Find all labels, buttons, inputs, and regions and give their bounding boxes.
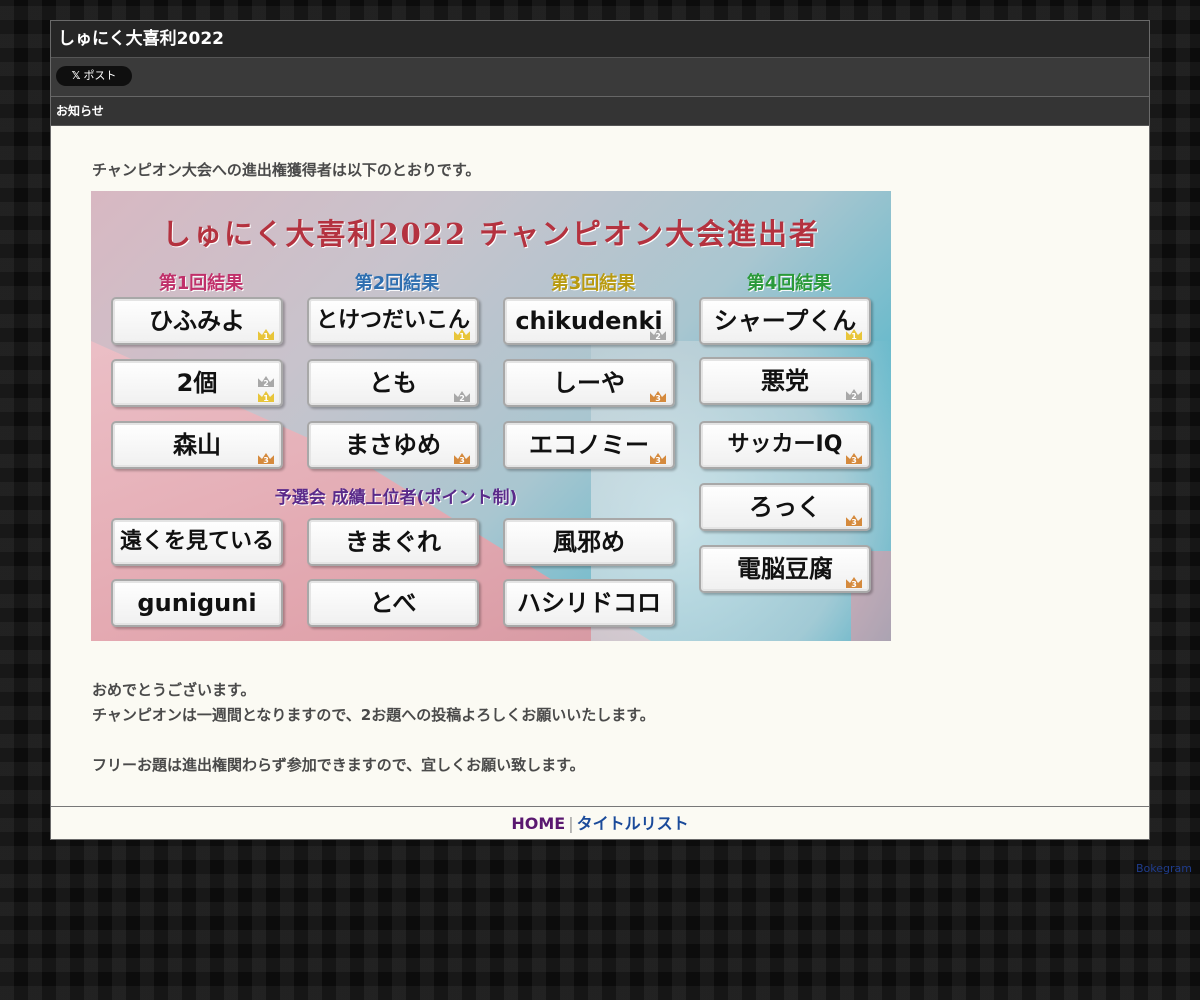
notice-content: チャンピオン大会への進出権獲得者は以下のとおりです。 しゅにく大喜利2022 チ…	[51, 126, 1149, 805]
banner-title: しゅにく大喜利2022 チャンピオン大会進出者	[162, 217, 820, 251]
champion-note-text: チャンピオンは一週間となりますので、2お題への投稿よろしくお願いいたします。	[92, 706, 655, 724]
finalist-nameplate: しーや 3	[503, 359, 675, 407]
crown-rank-icon: 3	[846, 577, 862, 588]
finalist-nameplate: ひふみよ 1	[111, 297, 283, 345]
preliminary-nameplate: 風邪め	[503, 518, 675, 566]
finalist-name: ひふみよ	[149, 307, 245, 335]
x-post-label: ポスト	[83, 69, 117, 82]
title-list-link[interactable]: タイトルリスト	[577, 814, 689, 833]
preliminary-nameplate: きまぐれ	[307, 518, 479, 566]
preliminary-label: 予選会 成績上位者(ポイント制)	[274, 488, 518, 508]
footer-separator: |	[568, 814, 574, 833]
bokegram-link[interactable]: Bokegram	[1136, 862, 1192, 875]
finalist-nameplate: 森山 3	[111, 421, 283, 469]
finalist-nameplate: 悪党 2	[699, 357, 871, 405]
crown-rank-icon: 1	[258, 391, 274, 402]
preliminary-nameplate: とべ	[307, 579, 479, 627]
intro-text: チャンピオン大会への進出権獲得者は以下のとおりです。	[92, 161, 481, 179]
preliminary-nameplate: 遠くを見ている	[111, 518, 283, 566]
share-bar: 𝕏 ポスト	[51, 58, 1149, 97]
finalist-name: 風邪め	[553, 528, 625, 556]
finalist-name: guniguni	[137, 589, 257, 617]
finalist-nameplate: とけつだいこん 1	[307, 297, 479, 345]
finalist-nameplate: 2個 2 1	[111, 359, 283, 407]
crown-rank-icon: 3	[650, 453, 666, 464]
finalist-nameplate: chikudenki 2	[503, 297, 675, 345]
notice-heading: お知らせ	[51, 97, 1149, 126]
x-logo-icon: 𝕏	[71, 69, 81, 82]
finalist-name: とも	[369, 369, 417, 397]
finalist-nameplate: シャープくん 1	[699, 297, 871, 345]
finalist-name: 電脳豆腐	[737, 555, 833, 583]
finalist-name: 2個	[176, 369, 218, 397]
preliminary-nameplate: guniguni	[111, 579, 283, 627]
finalist-nameplate: エコノミー 3	[503, 421, 675, 469]
finalist-nameplate: ろっく 3	[699, 483, 871, 531]
crown-rank-icon: 3	[650, 391, 666, 402]
crown-rank-icon: 3	[258, 453, 274, 464]
preliminary-nameplate: ハシリドコロ	[503, 579, 675, 627]
finalist-name: サッカーIQ	[727, 432, 843, 457]
finalist-name: シャープくん	[713, 307, 857, 335]
finalist-name: 遠くを見ている	[119, 529, 274, 554]
finalist-nameplate: サッカーIQ 3	[699, 421, 871, 469]
crown-rank-icon: 3	[846, 453, 862, 464]
crown-rank-icon: 1	[258, 329, 274, 340]
congrats-text: おめでとうございます。	[92, 681, 256, 699]
finalist-name: chikudenki	[515, 307, 663, 335]
round-label: 第4回結果	[746, 273, 832, 294]
crown-rank-icon: 3	[454, 453, 470, 464]
footer-nav: HOME | タイトルリスト	[51, 806, 1149, 839]
main-frame: しゅにく大喜利2022 𝕏 ポスト お知らせ チャンピオン大会への進出権獲得者は以…	[50, 20, 1150, 840]
finalist-name: 悪党	[761, 367, 809, 395]
round-label: 第1回結果	[158, 273, 244, 294]
crown-rank-icon: 2	[258, 376, 274, 387]
round-label: 第2回結果	[354, 273, 440, 294]
finalist-name: 森山	[173, 431, 221, 459]
crown-rank-icon: 2	[846, 389, 862, 400]
finalist-nameplate: まさゆめ 3	[307, 421, 479, 469]
home-link[interactable]: HOME	[511, 814, 565, 833]
finalist-name: しーや	[553, 369, 625, 397]
finalists-banner-image: しゅにく大喜利2022 チャンピオン大会進出者 第1回結果 第2回結果 第3回結…	[91, 191, 891, 641]
free-topic-note-text: フリーお題は進出権関わらず参加できますので、宜しくお願い致します。	[92, 756, 585, 774]
finalist-name: まさゆめ	[345, 431, 441, 459]
site-title: しゅにく大喜利2022	[51, 21, 1149, 58]
finalist-name: ハシリドコロ	[517, 589, 661, 617]
finalist-nameplate: とも 2	[307, 359, 479, 407]
finalist-name: とべ	[369, 589, 417, 617]
finalist-nameplate: 電脳豆腐 3	[699, 545, 871, 593]
crown-rank-icon: 2	[454, 391, 470, 402]
finalist-name: エコノミー	[529, 431, 649, 459]
finalist-name: きまぐれ	[345, 528, 441, 556]
x-post-button[interactable]: 𝕏 ポスト	[56, 66, 132, 86]
crown-rank-icon: 3	[846, 515, 862, 526]
finalist-name: とけつだいこん	[315, 308, 470, 333]
finalist-name: ろっく	[749, 493, 821, 521]
round-label: 第3回結果	[550, 273, 636, 294]
